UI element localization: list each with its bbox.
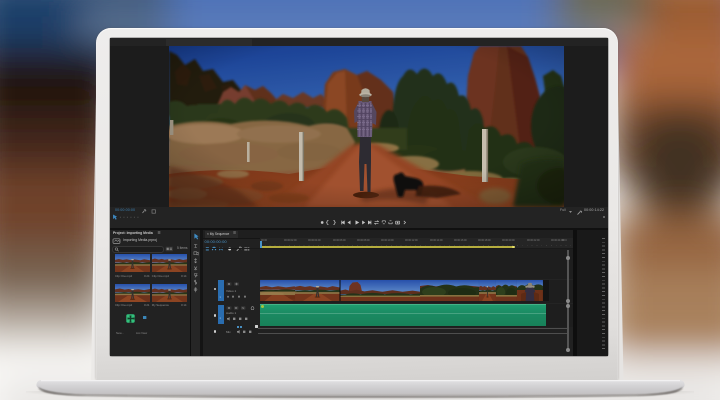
svg-text:M: M bbox=[235, 307, 237, 310]
